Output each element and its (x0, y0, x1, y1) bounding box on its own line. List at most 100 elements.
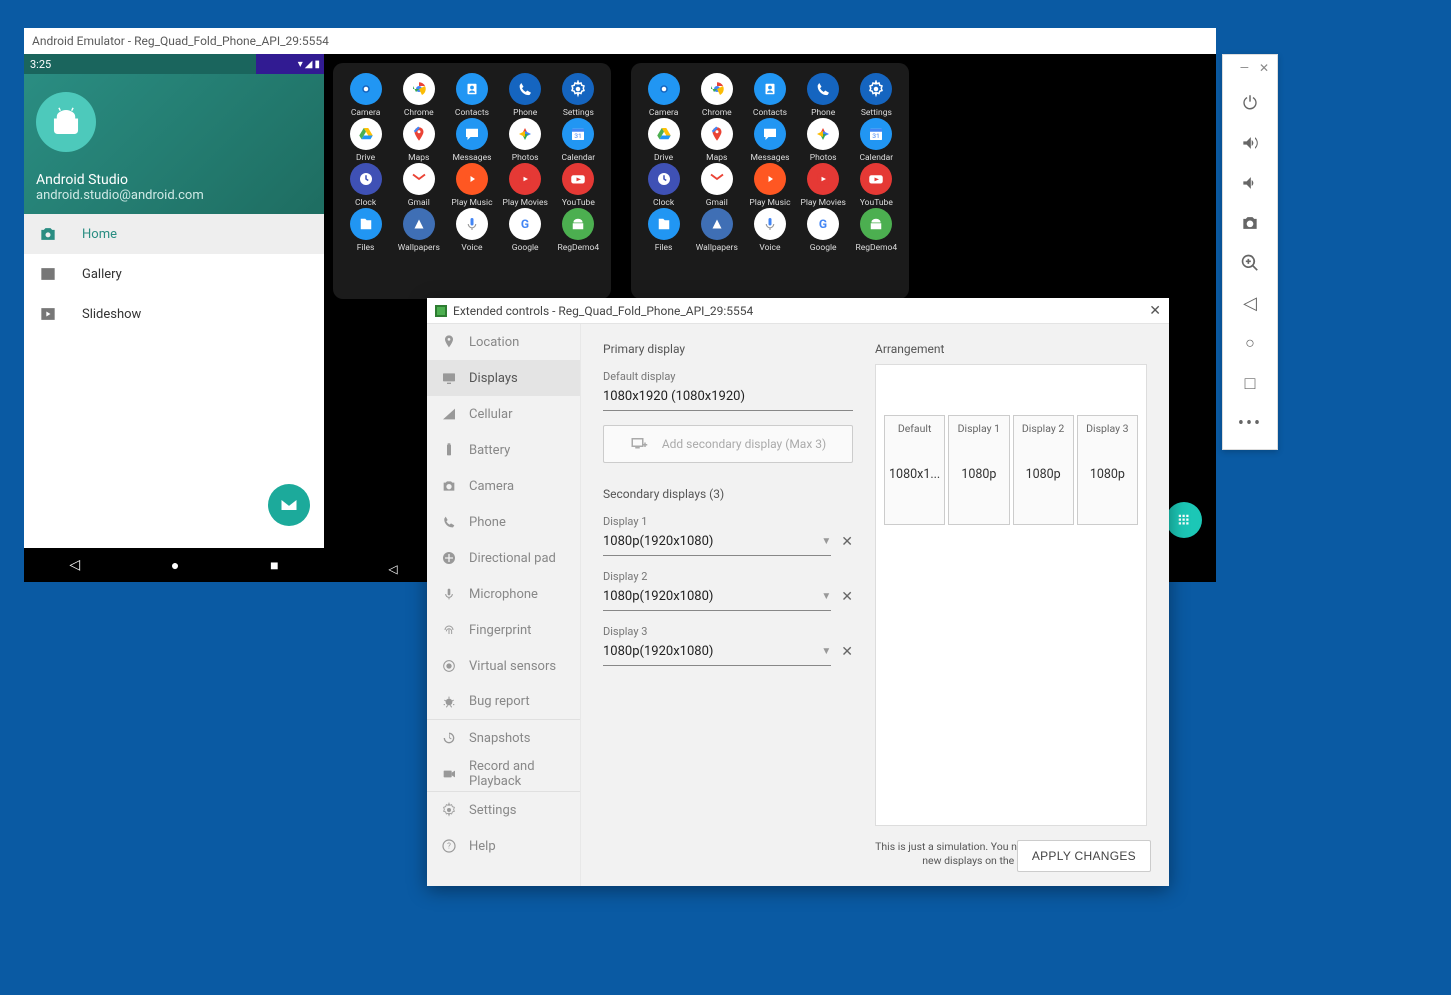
app-drive[interactable]: Drive (639, 118, 689, 163)
app-maps[interactable]: Maps (394, 118, 444, 163)
arrangement-canvas[interactable]: Default1080x1...Display 11080pDisplay 21… (875, 364, 1147, 826)
arrangement-box-default[interactable]: Default1080x1... (884, 415, 945, 525)
app-tile (648, 73, 680, 105)
tab-directional-pad[interactable]: Directional pad (427, 540, 580, 576)
app-youtube[interactable]: YouTube (553, 163, 603, 208)
tab-settings[interactable]: Settings (427, 792, 580, 828)
tab-snapshots[interactable]: Snapshots (427, 720, 580, 756)
app-clock[interactable]: Clock (639, 163, 689, 208)
app-messages[interactable]: Messages (447, 118, 497, 163)
add-display-icon (630, 435, 648, 453)
launcher-display-2[interactable]: CameraChromeContactsPhoneSettings DriveMa… (631, 63, 909, 299)
minimize-button[interactable]: — (1240, 61, 1249, 79)
app-google[interactable]: GGoogle (500, 208, 550, 253)
app-calendar[interactable]: 31Calendar (851, 118, 901, 163)
compose-fab[interactable] (268, 484, 310, 526)
app-calendar[interactable]: 31Calendar (553, 118, 603, 163)
apps-fab[interactable] (1166, 502, 1202, 538)
tab-phone[interactable]: Phone (427, 504, 580, 540)
app-voice[interactable]: Voice (745, 208, 795, 253)
drawer-account-name: Android Studio (36, 172, 312, 188)
tab-camera[interactable]: Camera (427, 468, 580, 504)
app-settings[interactable]: Settings (851, 73, 901, 118)
tab-label: Fingerprint (469, 623, 531, 638)
app-tile (860, 73, 892, 105)
app-messages[interactable]: Messages (745, 118, 795, 163)
calendar-icon: 31 (867, 125, 885, 143)
launcher-display-1[interactable]: CameraChromeContactsPhoneSettings DriveMa… (333, 63, 611, 299)
app-phone[interactable]: Phone (500, 73, 550, 118)
dialog-close-button[interactable]: ✕ (1149, 303, 1161, 319)
status-time: 3:25 (30, 58, 51, 71)
app-google[interactable]: GGoogle (798, 208, 848, 253)
app-drive[interactable]: Drive (341, 118, 391, 163)
app-voice[interactable]: Voice (447, 208, 497, 253)
app-photos[interactable]: Photos (798, 118, 848, 163)
overview-button[interactable]: □ (1232, 363, 1268, 403)
secondary-displays-header: Secondary displays (3) (603, 487, 853, 501)
tab-battery[interactable]: Battery (427, 432, 580, 468)
zoom-button[interactable] (1232, 243, 1268, 283)
apply-changes-button[interactable]: APPLY CHANGES (1017, 840, 1151, 872)
app-photos[interactable]: Photos (500, 118, 550, 163)
back-button[interactable]: ◁ (1232, 283, 1268, 323)
overview-button[interactable]: ■ (270, 557, 278, 574)
app-play-movies[interactable]: Play Movies (798, 163, 848, 208)
app-wallpapers[interactable]: Wallpapers (394, 208, 444, 253)
close-button[interactable]: ✕ (1259, 61, 1269, 79)
app-maps[interactable]: Maps (692, 118, 742, 163)
app-gmail[interactable]: Gmail (394, 163, 444, 208)
app-contacts[interactable]: Contacts (745, 73, 795, 118)
tab-fingerprint[interactable]: Fingerprint (427, 612, 580, 648)
nav-item-slideshow[interactable]: Slideshow (24, 294, 324, 334)
app-clock[interactable]: Clock (341, 163, 391, 208)
app-files[interactable]: Files (341, 208, 391, 253)
app-files[interactable]: Files (639, 208, 689, 253)
remove-display-button[interactable]: ✕ (841, 589, 853, 605)
tab-virtual-sensors[interactable]: Virtual sensors (427, 648, 580, 684)
app-play-music[interactable]: Play Music (447, 163, 497, 208)
secondary-display-dropdown-1[interactable]: 1080p(1920x1080)▼ (603, 528, 831, 556)
youtube-icon (867, 170, 885, 188)
back-button[interactable]: ◁ (69, 557, 80, 573)
power-button[interactable]: ⏻ (1232, 83, 1268, 123)
arrangement-box-display-3[interactable]: Display 31080p (1077, 415, 1138, 525)
app-chrome[interactable]: Chrome (394, 73, 444, 118)
remove-display-button[interactable]: ✕ (841, 644, 853, 660)
tab-record-and-playback[interactable]: Record and Playback (427, 756, 580, 792)
app-wallpapers[interactable]: Wallpapers (692, 208, 742, 253)
app-youtube[interactable]: YouTube (851, 163, 901, 208)
app-settings[interactable]: Settings (553, 73, 603, 118)
app-contacts[interactable]: Contacts (447, 73, 497, 118)
volume-down-button[interactable] (1232, 163, 1268, 203)
nav-item-gallery[interactable]: Gallery (24, 254, 324, 294)
app-regdemo4[interactable]: RegDemo4 (851, 208, 901, 253)
screenshot-button[interactable] (1232, 203, 1268, 243)
tab-microphone[interactable]: Microphone (427, 576, 580, 612)
remove-display-button[interactable]: ✕ (841, 534, 853, 550)
app-play-music[interactable]: Play Music (745, 163, 795, 208)
app-regdemo4[interactable]: RegDemo4 (553, 208, 603, 253)
app-play-movies[interactable]: Play Movies (500, 163, 550, 208)
app-camera[interactable]: Camera (639, 73, 689, 118)
app-tile (509, 163, 541, 195)
tab-cellular[interactable]: Cellular (427, 396, 580, 432)
nav-item-home[interactable]: Home (24, 214, 324, 254)
tab-help[interactable]: ?Help (427, 828, 580, 864)
secondary-display-dropdown-3[interactable]: 1080p(1920x1080)▼ (603, 638, 831, 666)
app-gmail[interactable]: Gmail (692, 163, 742, 208)
arrangement-box-display-1[interactable]: Display 11080p (948, 415, 1009, 525)
volume-up-button[interactable] (1232, 123, 1268, 163)
arrangement-box-display-2[interactable]: Display 21080p (1013, 415, 1074, 525)
home-button[interactable]: ○ (1232, 323, 1268, 363)
app-chrome[interactable]: Chrome (692, 73, 742, 118)
app-phone[interactable]: Phone (798, 73, 848, 118)
secondary-display-dropdown-2[interactable]: 1080p(1920x1080)▼ (603, 583, 831, 611)
tab-location[interactable]: Location (427, 324, 580, 360)
app-camera[interactable]: Camera (341, 73, 391, 118)
back-button[interactable]: ◁ (388, 562, 397, 576)
tab-displays[interactable]: Displays (427, 360, 580, 396)
home-button[interactable]: ● (171, 557, 179, 574)
tab-bug-report[interactable]: Bug report (427, 684, 580, 720)
more-button[interactable]: ••• (1232, 403, 1268, 443)
